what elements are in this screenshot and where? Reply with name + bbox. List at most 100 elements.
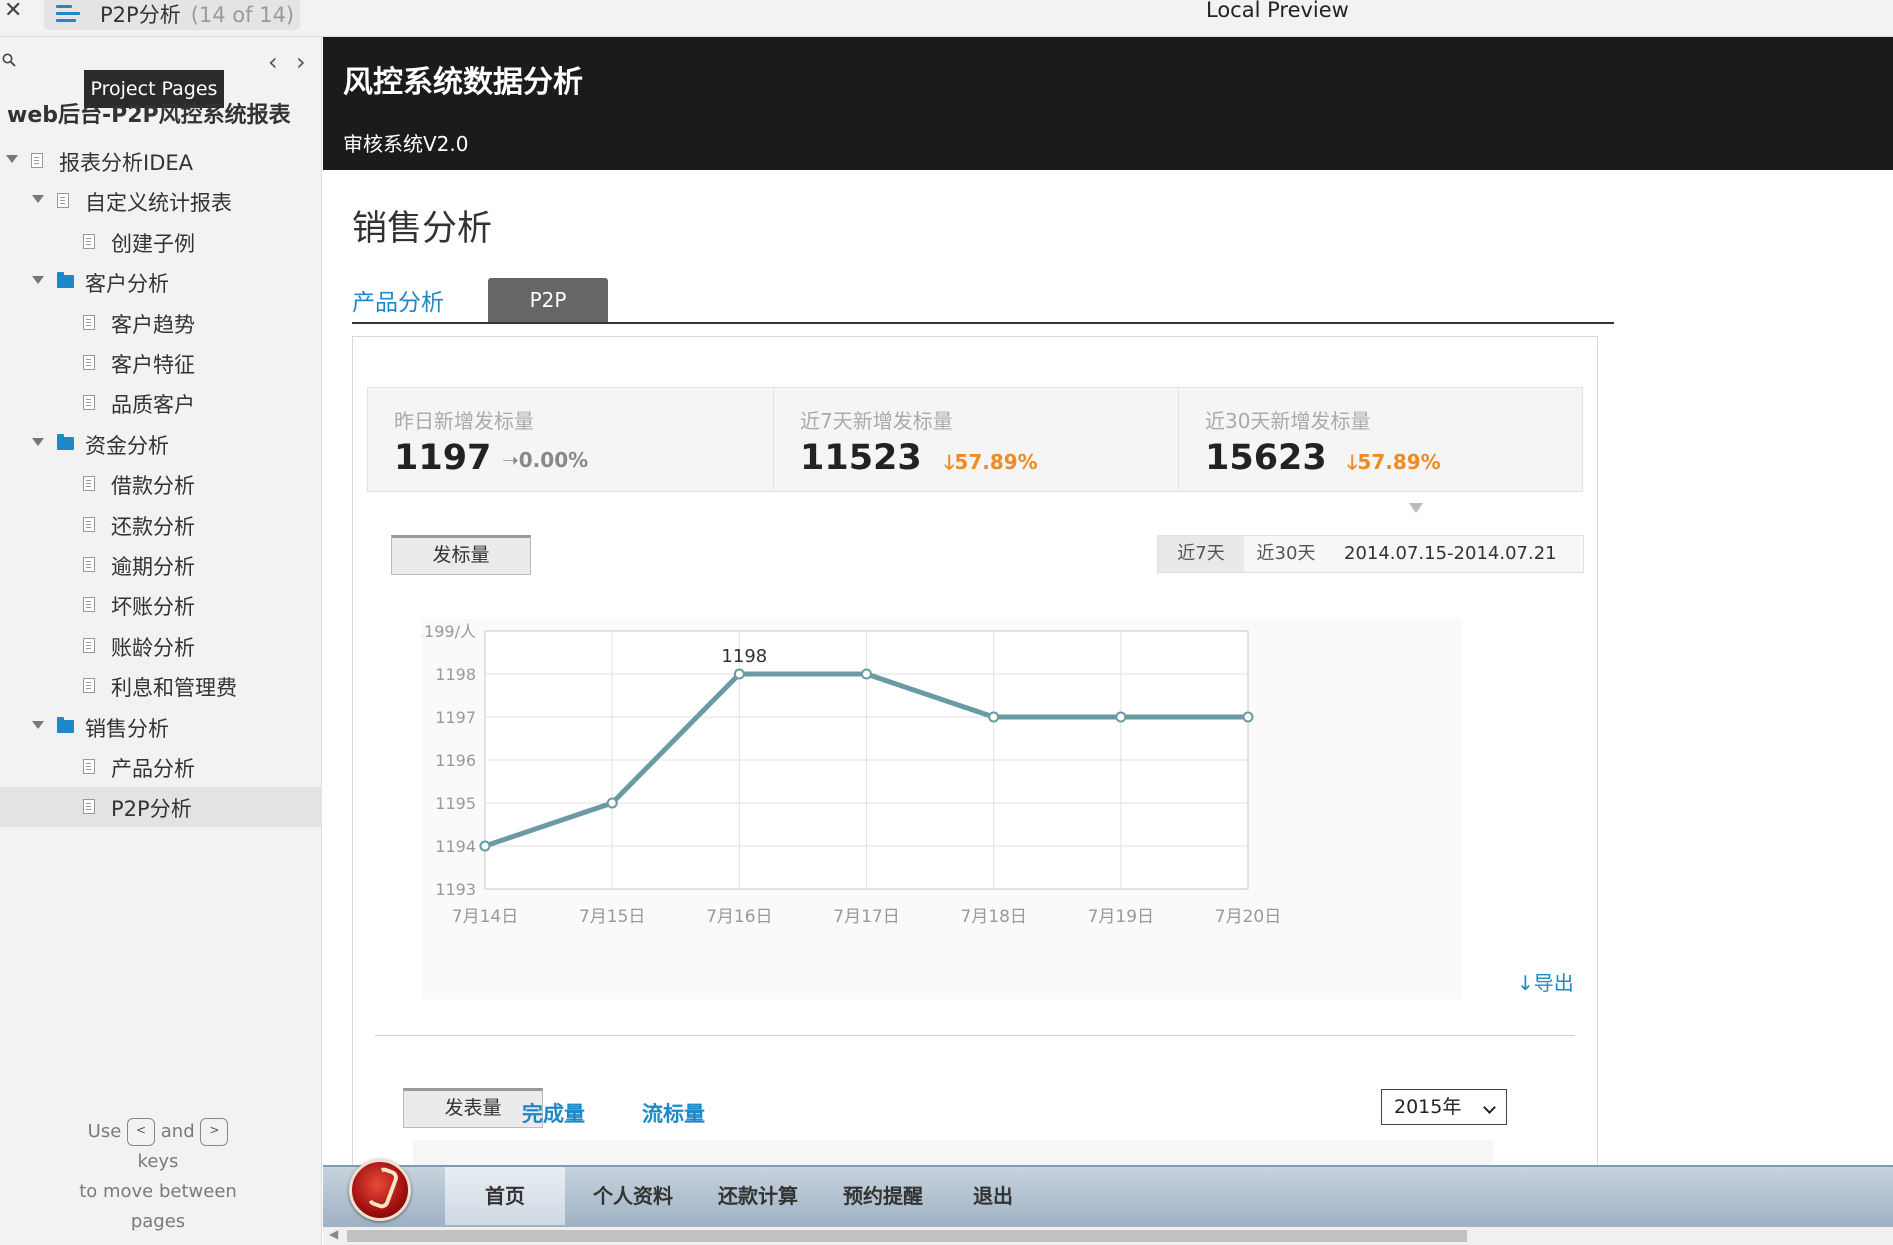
sidebar-item-label: 创建子例: [111, 231, 195, 256]
data-label: 1198: [721, 646, 767, 667]
scroll-left-icon[interactable]: ◀: [329, 1227, 338, 1241]
sidebar-item[interactable]: 客户趋势: [0, 303, 322, 343]
keyboard-hint: Use < and > keys to move between pages: [58, 1117, 258, 1237]
data-point: [1242, 711, 1254, 723]
section-divider: [375, 1035, 1575, 1036]
sidebar-item[interactable]: 坏账分析: [0, 585, 322, 625]
next-page-icon[interactable]: ›: [296, 48, 306, 76]
y-tick-label: 1198: [435, 665, 476, 684]
data-point: [861, 668, 872, 680]
nav-profile[interactable]: 个人资料: [573, 1167, 693, 1225]
sidebar-item[interactable]: 自定义统计报表: [0, 181, 322, 221]
preview-title: Local Preview: [1206, 0, 1349, 22]
year-select[interactable]: 2015年: [1381, 1089, 1507, 1125]
x-tick-label: 7月14日: [452, 907, 518, 927]
data-point: [988, 711, 1000, 723]
date-range-input[interactable]: 2014.07.15-2014.07.21: [1330, 536, 1570, 572]
sidebar-item[interactable]: 客户分析: [0, 262, 322, 302]
page-icon: [83, 637, 95, 653]
expand-triangle-icon[interactable]: [32, 276, 44, 285]
sidebar-item[interactable]: 利息和管理费: [0, 666, 322, 706]
arrow-down-icon: 🡓: [944, 450, 955, 474]
sidebar-item[interactable]: 报表分析IDEA: [0, 141, 322, 181]
sidebar-item-label: 报表分析IDEA: [59, 151, 193, 175]
sidebar-item[interactable]: 销售分析: [0, 707, 322, 747]
page-icon: [83, 678, 95, 694]
sidebar-item[interactable]: 借款分析: [0, 464, 322, 504]
failed-count-link[interactable]: 流标量: [642, 1098, 705, 1128]
sidebar-item[interactable]: 还款分析: [0, 505, 322, 545]
stat-label: 近30天新增发标量: [1205, 409, 1371, 433]
sidebar-item[interactable]: 产品分析: [0, 747, 322, 787]
sidebar-item-label: 自定义统计报表: [85, 191, 232, 216]
page-title: 销售分析: [352, 209, 493, 249]
logo-icon: [349, 1159, 411, 1221]
stat-value: 1197: [394, 438, 492, 478]
sidebar-item-label: 客户分析: [85, 272, 169, 297]
range-7days-button[interactable]: 近7天: [1158, 536, 1244, 572]
search-icon[interactable]: [2, 53, 16, 67]
sidebar-item-label: P2P分析: [111, 797, 192, 822]
stat-change: 🡓57.89%: [944, 448, 1038, 482]
sidebar-item[interactable]: 创建子例: [0, 222, 322, 262]
expand-triangle-icon[interactable]: [32, 720, 44, 729]
project-title: web后台-P2P风控系统报表: [7, 103, 291, 128]
data-point: [733, 668, 745, 680]
prev-page-icon[interactable]: ‹: [268, 48, 278, 76]
page-icon: [83, 314, 95, 330]
sidebar-item-label: 销售分析: [85, 716, 169, 741]
menu-icon[interactable]: [56, 5, 80, 23]
sidebar-item[interactable]: 资金分析: [0, 424, 322, 464]
sidebar-item-label: 还款分析: [111, 514, 195, 539]
expand-triangle-icon[interactable]: [32, 195, 44, 204]
sidebar-item[interactable]: 逾期分析: [0, 545, 322, 585]
page-selector[interactable]: P2P分析 (14 of 14): [44, 0, 300, 30]
sidebar-item[interactable]: 品质客户: [0, 383, 322, 423]
hint-line2: to move between: [79, 1181, 237, 1202]
expand-triangle-icon[interactable]: [32, 437, 44, 446]
site-header: 风控系统数据分析 审核系统V2.0: [323, 37, 1893, 170]
stat-30days: 近30天新增发标量 15623 🡓57.89%: [1178, 388, 1583, 491]
x-tick-label: 7月20日: [1215, 907, 1281, 927]
y-top-label: 1199/人: [422, 622, 476, 641]
chart-container: 1199/人 1193 1194 1195 1196 1197 1198 7月14日 7月15日…: [422, 619, 1462, 999]
scrollbar-thumb[interactable]: [347, 1230, 1467, 1242]
sidebar-item-label: 账龄分析: [111, 635, 195, 660]
tab-product-analysis[interactable]: 产品分析: [352, 283, 444, 317]
sidebar-item[interactable]: 账龄分析: [0, 626, 322, 666]
sidebar-item-label: 产品分析: [111, 757, 195, 781]
stat-change-value: 0.00%: [518, 448, 589, 472]
page-icon: [57, 193, 69, 209]
stat-label: 近7天新增发标量: [800, 409, 953, 433]
bottom-nav: 首页 个人资料 还款计算 预约提醒 退出: [323, 1159, 1893, 1227]
page-icon: [83, 799, 95, 815]
nav-repay-calc[interactable]: 还款计算: [698, 1167, 818, 1225]
arrow-right-icon: ➝: [502, 448, 519, 472]
site-subtitle: 审核系统V2.0: [343, 132, 469, 156]
y-tick-label: 1195: [435, 794, 476, 813]
completed-count-link[interactable]: 完成量: [522, 1098, 585, 1128]
page-count: (14 of 14): [190, 3, 295, 27]
horizontal-scrollbar[interactable]: ◀: [323, 1227, 1893, 1245]
nav-logout[interactable]: 退出: [943, 1167, 1043, 1225]
expand-arrow-icon[interactable]: [1409, 503, 1423, 513]
top-bar: ✕ P2P分析 (14 of 14) Local Preview: [0, 0, 1893, 37]
close-icon[interactable]: ✕: [4, 0, 22, 23]
site-title: 风控系统数据分析: [343, 65, 583, 100]
preview-area: 风控系统数据分析 审核系统V2.0 销售分析 产品分析 P2P 昨日新增发标量 …: [323, 37, 1893, 1245]
sidebar-item[interactable]: P2P分析: [0, 787, 322, 828]
sidebar-item-label: 利息和管理费: [111, 676, 237, 701]
expand-triangle-icon[interactable]: [6, 155, 18, 163]
stat-value: 11523: [800, 438, 922, 478]
page-icon: [83, 597, 95, 613]
hint-keys: keys: [137, 1151, 179, 1172]
sidebar-item-label: 客户趋势: [111, 312, 195, 337]
nav-home[interactable]: 首页: [445, 1167, 565, 1225]
range-30days-button[interactable]: 近30天: [1244, 536, 1328, 572]
sidebar-item[interactable]: 客户特征: [0, 343, 322, 383]
current-page-label: P2P分析 (14 of 14): [100, 0, 294, 29]
export-link[interactable]: ↓导出: [1517, 967, 1574, 996]
nav-reminder[interactable]: 预约提醒: [823, 1167, 943, 1225]
tab-p2p[interactable]: P2P: [488, 278, 608, 322]
metric-button[interactable]: 发标量: [391, 535, 531, 575]
